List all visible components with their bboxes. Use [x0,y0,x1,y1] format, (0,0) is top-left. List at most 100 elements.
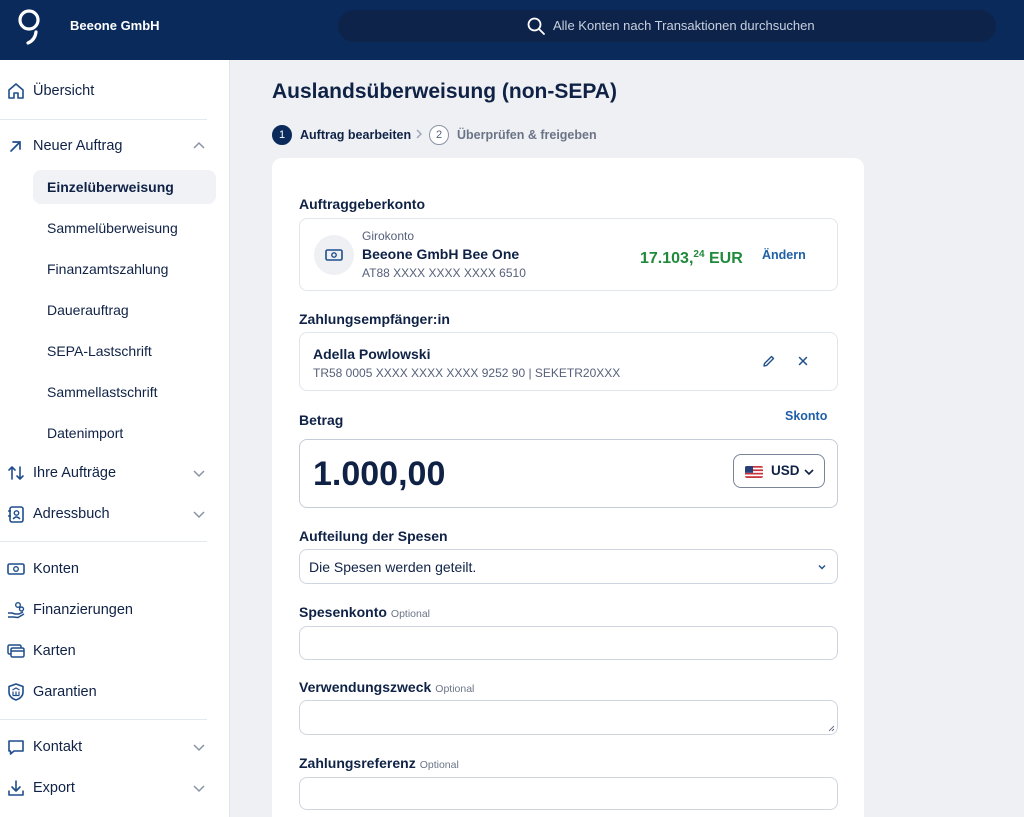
purpose-textarea[interactable] [299,700,838,735]
sidebar-item-label: Sammellastschrift [47,384,158,400]
optional-hint: Optional [390,608,431,620]
nav-contact[interactable]: Kontakt [0,729,230,765]
step-label: Überprüfen & freigeben [457,128,597,142]
edit-pencil-icon[interactable] [761,353,777,369]
sidebar-divider [0,119,207,120]
bank-shield-icon [8,683,24,701]
reference-field[interactable] [299,777,838,810]
us-flag-icon [745,466,763,478]
download-icon [8,780,24,796]
sidebar-divider [0,541,207,542]
nav-overview-label: Übersicht [33,83,95,99]
transfer-form-card: Auftraggeberkonto Girokonto Beeone GmbH … [272,158,864,817]
sidebar-item-label: Finanzamtszahlung [47,261,169,277]
page-title: Auslandsüberweisung (non-SEPA) [272,80,617,103]
resize-grip-icon[interactable] [827,724,835,732]
sidebar-item-finanzamtszahlung[interactable]: Finanzamtszahlung [33,252,216,286]
fees-label: Aufteilung der Spesen [299,528,448,544]
sidebar-item-dauerauftrag[interactable]: Dauerauftrag [33,293,216,327]
fee-account-label: Spesenkonto Optional [299,604,431,620]
beeone-logo-icon[interactable] [16,6,44,46]
step-number: 2 [429,125,449,145]
sidebar-item-label: Sammelüberweisung [47,220,178,236]
nav-new-order-label: Neuer Auftrag [33,138,123,154]
recipient-details: TR58 0005 XXXX XXXX XXXX 9252 90 | SEKET… [313,366,621,380]
sidebar-divider [0,719,207,720]
account-type: Girokonto [362,229,415,243]
sidebar-item-label: SEPA-Lastschrift [47,343,152,359]
chevron-down-icon [193,470,205,478]
hand-coins-icon [8,602,25,619]
account-name: Beeone GmbH Bee One [362,246,520,262]
chevron-right-icon [416,129,422,139]
optional-hint: Optional [435,683,475,695]
change-account-link[interactable]: Ändern [762,248,806,263]
address-book-icon [8,506,24,523]
sidebar-item-label: Datenimport [47,425,124,441]
banknote-icon [325,249,343,261]
sidebar-item-sepa-lastschrift[interactable]: SEPA-Lastschrift [33,334,216,368]
recipient-name: Adella Powlowski [313,346,431,362]
payer-account-label: Auftraggeberkonto [299,196,425,212]
sidebar-item-sammellastschrift[interactable]: Sammellastschrift [33,375,216,409]
nav-financing[interactable]: Finanzierungen [0,592,230,628]
nav-guarantees[interactable]: Garantien [0,674,230,710]
home-icon [8,83,24,99]
chat-bubble-icon [8,740,24,755]
fees-selected-value: Die Spesen werden geteilt. [309,559,477,575]
search-placeholder: Alle Konten nach Transaktionen durchsuch… [553,18,815,33]
amount-label: Betrag [299,412,344,428]
close-icon[interactable] [795,353,811,369]
sort-arrows-icon [8,466,24,480]
nav-address-book-label: Adressbuch [33,506,110,522]
banknote-icon [7,563,25,575]
step-label: Auftrag bearbeiten [300,128,412,142]
nav-cards[interactable]: Karten [0,633,230,669]
fee-account-field[interactable] [299,626,838,660]
nav-overview[interactable]: Übersicht [0,73,230,109]
recipient-card: Adella Powlowski TR58 0005 XXXX XXXX XXX… [299,332,838,391]
chevron-down-icon [818,565,826,570]
payer-account-card: Girokonto Beeone GmbH Bee One AT88 XXXX … [299,218,838,291]
chevron-down-icon [804,469,814,476]
currency-select[interactable]: USD [733,454,825,488]
sidebar-item-label: Dauerauftrag [47,302,129,318]
optional-hint: Optional [419,759,459,771]
nav-guarantees-label: Garantien [33,684,97,700]
sidebar-item-label: Einzelüberweisung [47,179,174,195]
nav-cards-label: Karten [33,643,76,659]
account-avatar [314,235,354,275]
sidebar: Übersicht Neuer Auftrag Einzelüberweisun… [0,60,230,817]
currency-code: USD [771,463,800,478]
nav-accounts-label: Konten [33,561,79,577]
nav-orders-label: Ihre Aufträge [33,465,117,481]
nav-financing-label: Finanzierungen [33,602,133,618]
chevron-up-icon [193,141,205,149]
fees-select[interactable]: Die Spesen werden geteilt. [299,549,838,584]
account-iban: AT88 XXXX XXXX XXXX 6510 [362,266,526,280]
top-bar: Beeone GmbH Alle Konten nach Transaktion… [0,0,1024,60]
skonto-link[interactable]: Skonto [785,409,827,424]
arrow-up-right-icon [10,141,21,152]
purpose-label: Verwendungszweck Optional [299,679,475,695]
sidebar-item-sammelueberweisung[interactable]: Sammelüberweisung [33,211,216,245]
nav-accounts[interactable]: Konten [0,551,230,587]
chevron-down-icon [193,744,205,752]
amount-value: 1.000,00 [313,455,446,493]
recipient-label: Zahlungsempfänger:in [299,311,450,327]
nav-export[interactable]: Export [0,770,230,806]
reference-label: Zahlungsreferenz Optional [299,755,459,771]
credit-cards-icon [7,644,25,658]
chevron-down-icon [193,511,205,519]
chevron-down-icon [193,785,205,793]
search-bar[interactable]: Alle Konten nach Transaktionen durchsuch… [338,10,996,42]
sidebar-item-datenimport[interactable]: Datenimport [33,416,216,450]
nav-export-label: Export [33,780,75,796]
nav-orders[interactable]: Ihre Aufträge [0,455,230,491]
amount-input[interactable]: 1.000,00 USD [299,439,838,508]
nav-address-book[interactable]: Adressbuch [0,496,230,532]
nav-new-order[interactable]: Neuer Auftrag [0,128,230,164]
nav-contact-label: Kontakt [33,739,83,755]
sidebar-item-einzelueberweisung[interactable]: Einzelüberweisung [33,170,216,204]
company-name: Beeone GmbH [70,18,160,33]
